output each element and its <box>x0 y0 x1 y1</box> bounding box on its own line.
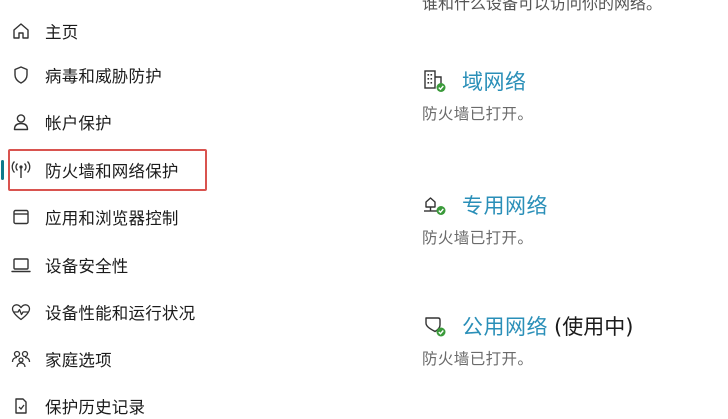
sidebar-item-label: 应用和浏览器控制 <box>45 209 179 228</box>
home-icon <box>9 19 33 43</box>
app-window-icon <box>9 205 33 229</box>
sidebar-item-label: 防火墙和网络保护 <box>45 162 179 181</box>
sidebar-item-protection-history[interactable]: 保护历史记录 <box>0 386 300 419</box>
sidebar-item-device-security[interactable]: 设备安全性 <box>0 245 300 285</box>
sidebar-item-label: 病毒和威胁防护 <box>45 67 162 86</box>
public-network-status: 防火墙已打开。 <box>422 350 534 368</box>
selected-indicator <box>1 160 4 180</box>
laptop-icon <box>9 253 33 277</box>
public-network-section: 公用网络 (使用中) 防火墙已打开。 <box>422 311 722 369</box>
sidebar-item-label: 家庭选项 <box>45 351 112 370</box>
sidebar-nav: 主页 病毒和威胁防护 帐户保护 防火墙和网络保护 应用和浏览器控制 设备安全性 … <box>0 0 330 419</box>
sidebar-item-label: 主页 <box>45 23 79 42</box>
heart-pulse-icon <box>9 300 33 324</box>
sidebar-item-app-browser-control[interactable]: 应用和浏览器控制 <box>0 197 300 237</box>
sidebar-item-virus-protection[interactable]: 病毒和威胁防护 <box>0 55 300 95</box>
history-icon <box>9 394 33 418</box>
private-network-link[interactable]: 专用网络 <box>462 190 548 220</box>
shield-icon <box>9 63 33 87</box>
public-network-link[interactable]: 公用网络 <box>462 311 548 341</box>
sidebar-item-device-performance[interactable]: 设备性能和运行状况 <box>0 292 300 332</box>
sidebar-item-label: 帐户保护 <box>45 114 112 133</box>
private-network-section: 专用网络 防火墙已打开。 <box>422 190 722 248</box>
sidebar-item-label: 设备安全性 <box>45 257 129 276</box>
sidebar-item-account-protection[interactable]: 帐户保护 <box>0 102 300 142</box>
private-network-status: 防火墙已打开。 <box>422 229 534 247</box>
sidebar-item-firewall[interactable]: 防火墙和网络保护 <box>0 150 300 190</box>
domain-network-icon <box>422 68 448 94</box>
sidebar-item-label: 设备性能和运行状况 <box>45 304 196 323</box>
private-network-icon <box>422 192 448 218</box>
domain-network-section: 域网络 防火墙已打开。 <box>422 66 722 124</box>
in-use-label: (使用中) <box>554 315 634 339</box>
app-window: 主页 病毒和威胁防护 帐户保护 防火墙和网络保护 应用和浏览器控制 设备安全性 … <box>0 0 728 419</box>
sidebar-item-label: 保护历史记录 <box>45 398 146 417</box>
family-icon <box>9 347 33 371</box>
person-icon <box>9 110 33 134</box>
main-content: 谁和什么设备可以访问你的网络。 域网络 防火墙已打开。 专用网络 防火墙已打开。 <box>330 0 728 419</box>
sidebar-item-home[interactable]: 主页 <box>0 11 300 51</box>
sidebar-item-family-options[interactable]: 家庭选项 <box>0 339 300 379</box>
public-network-icon <box>422 313 448 339</box>
domain-network-status: 防火墙已打开。 <box>422 105 534 123</box>
domain-network-link[interactable]: 域网络 <box>462 66 527 96</box>
description-text: 谁和什么设备可以访问你的网络。 <box>422 0 663 13</box>
antenna-icon <box>9 158 33 182</box>
